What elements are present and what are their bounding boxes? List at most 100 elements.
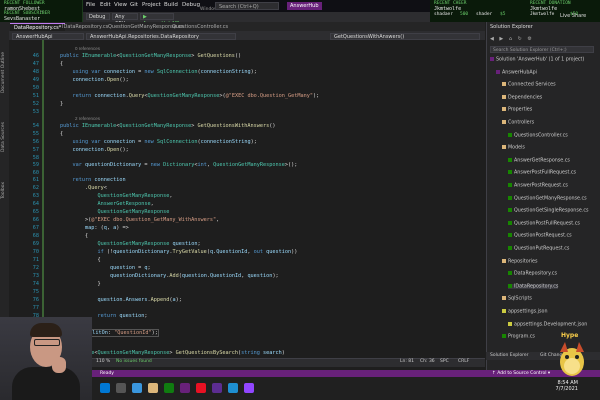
csharp-file-icon <box>508 183 512 187</box>
line-number: 76 <box>32 297 39 303</box>
clock[interactable]: 8:54 AM 7/7/2021 <box>548 380 578 392</box>
line-number: 58 <box>32 155 39 161</box>
tree-item[interactable]: QuestionPostFullRequest.cs <box>508 220 580 226</box>
xbox-icon[interactable] <box>164 383 174 393</box>
file-explorer-icon[interactable] <box>148 383 158 393</box>
code-line: using var connection = new SqlConnection… <box>72 69 257 75</box>
tree-item-label: DataRepository.cs <box>514 271 557 277</box>
line-number: 61 <box>32 177 39 183</box>
tree-item-label: Program.cs <box>508 334 535 340</box>
menu-git[interactable]: Git <box>130 2 138 8</box>
webcam-hand <box>52 357 66 373</box>
csharp-file-icon <box>508 157 512 162</box>
menu-debug[interactable]: Debug <box>182 2 200 8</box>
code-line: .Query< <box>60 185 107 191</box>
member-dropdown[interactable]: GetQuestionsWithAnswers() <box>330 33 480 40</box>
tree-item[interactable]: Solution 'AnswerHub' (1 of 1 project) <box>490 57 584 63</box>
menu-edit[interactable]: Edit <box>100 2 111 8</box>
menu-build[interactable]: Build <box>164 2 178 8</box>
line-number: 49 <box>32 77 39 83</box>
code-editor[interactable] <box>9 40 485 358</box>
tree-item[interactable]: IDataRepository.cs <box>508 283 559 290</box>
menu-file[interactable]: File <box>86 2 95 8</box>
line-number: 46 <box>32 53 39 59</box>
search-icon[interactable] <box>116 383 126 393</box>
platform-dropdown[interactable]: Any CPU <box>112 13 138 27</box>
tree-item[interactable]: Controllers <box>502 120 534 126</box>
tree-item-label: Dependencies <box>508 95 543 101</box>
tree-item[interactable]: appsettings.json <box>502 309 548 315</box>
tree-item[interactable]: AnswerPostFullRequest.cs <box>508 170 576 176</box>
tree-item[interactable]: QuestionGetSingleResponse.cs <box>508 208 588 214</box>
tree-item[interactable]: QuestionsController.cs <box>508 132 568 138</box>
tree-item[interactable]: AnswerGetResponse.cs <box>508 157 570 164</box>
tree-item[interactable]: Properties <box>502 107 532 113</box>
tree-item[interactable]: Program.cs <box>502 334 535 340</box>
line-number: 60 <box>32 170 39 176</box>
vtab-data-sources[interactable]: Data Sources <box>1 122 6 152</box>
edge-icon[interactable] <box>132 383 142 393</box>
vtab-document-outline[interactable]: Document Outline <box>1 52 6 93</box>
tree-item[interactable]: DataRepository.cs <box>508 271 557 277</box>
line-number: 55 <box>32 131 39 137</box>
folder-icon <box>502 258 506 263</box>
zoom-level[interactable]: 110 % <box>96 359 110 364</box>
obs-icon[interactable] <box>196 383 206 393</box>
tree-item[interactable]: AnswerPostRequest.cs <box>508 183 568 189</box>
twitch-icon[interactable] <box>244 383 254 393</box>
code-line: IEnumerable<QuestionGetManyResponse> Get… <box>60 350 285 356</box>
tree-item[interactable]: Dependencies <box>502 94 543 101</box>
line-number: 77 <box>32 305 39 311</box>
tree-item-label: appsettings.json <box>508 309 548 315</box>
code-line: question.Answers.Append(a); <box>97 297 182 303</box>
tab-solution-explorer[interactable]: Solution Explorer <box>490 353 529 358</box>
code-line: } <box>60 281 101 287</box>
code-line: { <box>60 257 101 263</box>
tab-questions-controller[interactable]: QuestionsController.cs <box>168 23 232 31</box>
class-dropdown[interactable]: AnswerHubApi.Repositories.DataRepository <box>86 33 236 40</box>
tree-item[interactable]: QuestionGetManyResponse.cs <box>508 195 587 201</box>
webcam-person-hair <box>30 323 62 337</box>
tree-item-label: AnswerGetResponse.cs <box>514 158 570 164</box>
hype-mascot-icon <box>560 342 584 376</box>
code-line: connection.Open(); <box>72 77 129 83</box>
tree-item[interactable]: QuestionPostRequest.cs <box>508 233 572 239</box>
line-number: 64 <box>32 201 39 207</box>
live-share-button[interactable]: Live Share <box>560 13 586 19</box>
codelens-references[interactable]: 0 references <box>75 46 100 51</box>
tree-item[interactable]: Repositories <box>502 258 537 264</box>
codelens-references[interactable]: 2 references <box>75 116 100 121</box>
tree-item[interactable]: Models <box>502 145 525 151</box>
overlay-leader-name: shader <box>476 12 493 17</box>
tree-item[interactable]: AnswerHubApi <box>496 69 537 75</box>
tree-item-label: AnswerPostFullRequest.cs <box>514 170 577 176</box>
solution-explorer-title: Solution Explorer <box>490 24 533 30</box>
vtab-toolbox[interactable]: Toolbox <box>1 182 6 199</box>
tree-item[interactable]: Connected Services <box>502 82 556 88</box>
project-dropdown[interactable]: AnswerHubApi <box>12 33 84 40</box>
tree-item[interactable]: SqlScripts <box>502 296 532 302</box>
line-number: 68 <box>32 233 39 239</box>
project-icon <box>490 57 494 61</box>
issues-indicator[interactable]: No issues found <box>116 359 152 364</box>
tree-item-label: Controllers <box>508 120 535 126</box>
config-dropdown[interactable]: Debug <box>86 13 110 20</box>
tree-item-label: QuestionPutRequest.cs <box>514 246 570 252</box>
windows-start-icon[interactable] <box>100 383 110 393</box>
solution-search-input[interactable]: Search Solution Explorer (Ctrl+;) <box>490 46 594 53</box>
menu-project[interactable]: Project <box>142 2 161 8</box>
teams-icon[interactable] <box>212 383 222 393</box>
search-input[interactable]: Search (Ctrl+Q) <box>215 2 279 10</box>
tree-item[interactable]: appsettings.Development.json <box>508 321 587 327</box>
webcam-overlay <box>0 317 92 400</box>
visual-studio-icon[interactable] <box>180 383 190 393</box>
vscode-icon[interactable] <box>228 383 238 393</box>
menu-view[interactable]: View <box>114 2 127 8</box>
run-button[interactable]: ▶ AnswerHubAPI ▾ <box>140 13 179 34</box>
line-number: 62 <box>32 185 39 191</box>
line-number: 56 <box>32 139 39 145</box>
tree-item[interactable]: QuestionPutRequest.cs <box>508 246 569 252</box>
source-control-button[interactable]: ↑ Add to Source Control ▾ <box>492 370 550 377</box>
solution-explorer-toolbar[interactable]: ◀ ▶ ⌂ ↻ ⚙ <box>490 36 534 42</box>
line-number: 54 <box>32 123 39 129</box>
